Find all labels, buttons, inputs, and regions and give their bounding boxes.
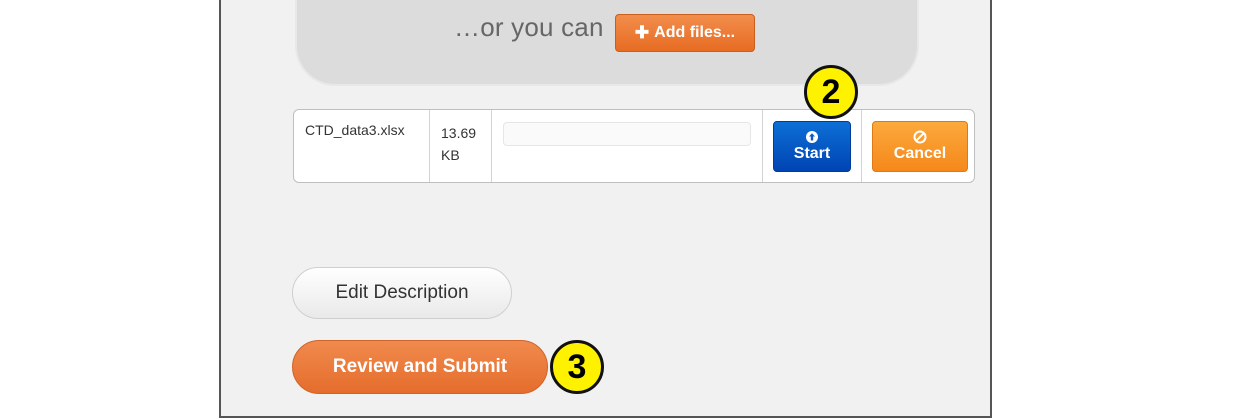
cancel-upload-button[interactable]: Cancel: [872, 121, 968, 172]
plus-icon: ✚: [634, 23, 650, 42]
file-name: CTD_data3.xlsx: [305, 122, 405, 138]
add-files-label: Add files...: [654, 24, 736, 41]
step-2-callout: 2: [804, 65, 858, 119]
add-files-button[interactable]: ✚ Add files...: [615, 14, 755, 52]
start-cell: Start: [763, 110, 862, 182]
file-size-value: 13.69: [441, 125, 477, 141]
file-size-unit: KB: [441, 147, 460, 163]
upload-panel: …or you can ✚ Add files... CTD_data3.xls…: [219, 0, 992, 418]
review-and-submit-button[interactable]: Review and Submit: [292, 340, 548, 394]
file-size-cell: 13.69 KB: [430, 110, 492, 182]
edit-description-button[interactable]: Edit Description: [292, 267, 512, 319]
dropzone-prompt: …or you can: [454, 12, 604, 42]
step-3-callout: 3: [550, 340, 604, 394]
upload-circle-icon: [806, 131, 818, 143]
start-label: Start: [793, 145, 831, 162]
progress-cell: [492, 110, 763, 182]
start-upload-button[interactable]: Start: [773, 121, 851, 172]
cancel-label: Cancel: [893, 145, 947, 162]
upload-progress-bar: [503, 122, 751, 146]
file-name-cell: CTD_data3.xlsx: [294, 110, 430, 182]
cancel-cell: Cancel: [862, 110, 974, 182]
ban-circle-icon: [913, 130, 927, 144]
upload-file-row: CTD_data3.xlsx 13.69 KB Start Cancel: [293, 109, 975, 183]
